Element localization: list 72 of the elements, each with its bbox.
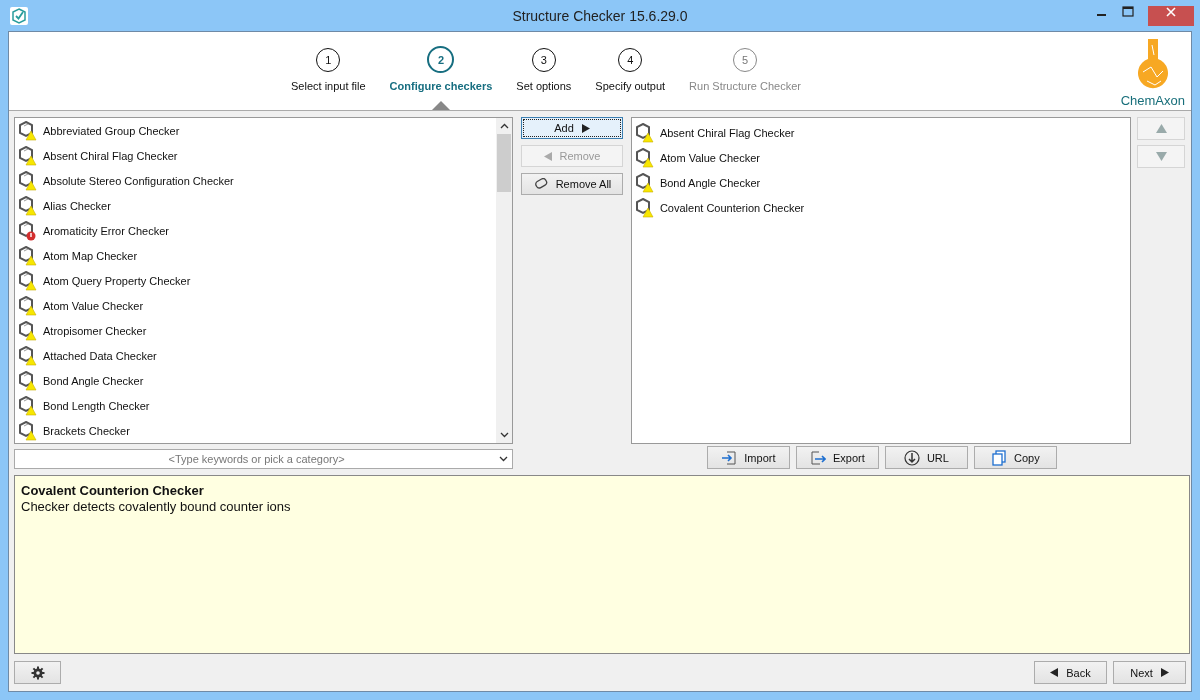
checker-item[interactable]: Bond Angle Checker	[15, 368, 497, 393]
dropdown-chevron-icon[interactable]	[499, 456, 509, 462]
eraser-icon	[532, 178, 549, 190]
checker-warning-icon	[19, 320, 37, 341]
checker-item[interactable]: Bond Angle Checker	[631, 170, 1130, 195]
checker-item[interactable]: Covalent Counterion Checker	[631, 195, 1130, 220]
checker-warning-icon	[19, 395, 37, 416]
wizard-step[interactable]: 3 Set options	[504, 48, 584, 110]
app-check-icon	[10, 6, 28, 25]
checker-item[interactable]: Brackets Checker	[15, 418, 497, 443]
checker-item[interactable]: Atom Query Property Checker	[15, 268, 497, 293]
checker-warning-icon	[635, 147, 654, 168]
checker-warning-icon	[19, 295, 37, 316]
left-triangle-icon	[543, 151, 553, 161]
checker-warning-icon	[19, 195, 37, 216]
close-button[interactable]	[1148, 5, 1194, 26]
checker-warning-icon	[19, 120, 37, 141]
wizard-step[interactable]: 1 Select input file	[279, 48, 378, 110]
checker-item[interactable]: Absent Chiral Flag Checker	[15, 143, 497, 168]
next-button[interactable]: Next	[1113, 661, 1186, 684]
scrollbar-thumb[interactable]	[497, 134, 512, 192]
checker-item[interactable]: Aromaticity Error Checker	[15, 218, 497, 243]
export-icon	[810, 450, 826, 465]
export-button[interactable]: Export	[795, 446, 879, 469]
keyword-search-field[interactable]: <Type keywords or pick a category>	[14, 449, 514, 469]
checker-item[interactable]: Atropisomer Checker	[15, 318, 497, 343]
settings-icon	[30, 665, 45, 680]
checker-warning-icon	[19, 270, 37, 291]
checker-warning-icon	[635, 172, 654, 193]
scroll-up-icon[interactable]	[499, 123, 509, 129]
wizard-step[interactable]: 4 Specify output	[583, 48, 678, 110]
import-button[interactable]: Import	[706, 446, 790, 469]
scroll-down-icon[interactable]	[499, 432, 509, 438]
right-triangle-icon	[1159, 668, 1169, 677]
down-triangle-icon	[1155, 152, 1167, 161]
checker-item[interactable]: Atom Value Checker	[631, 145, 1130, 170]
checker-item[interactable]: Bond Length Checker	[15, 393, 497, 418]
brand-name: ChemAxon	[1120, 93, 1185, 108]
checker-warning-icon	[19, 245, 37, 266]
checker-item[interactable]: Abbreviated Group Checker	[15, 118, 497, 143]
checker-item[interactable]: Alias Checker	[15, 193, 497, 218]
add-button[interactable]: Add	[521, 117, 623, 139]
checker-item[interactable]: Atom Value Checker	[15, 293, 497, 318]
checker-warning-icon	[19, 345, 37, 366]
close-icon	[1166, 6, 1176, 17]
up-triangle-icon	[1155, 124, 1167, 133]
checker-item[interactable]: Absolute Stereo Configuration Checker	[15, 168, 497, 193]
import-icon	[721, 450, 738, 465]
checker-error-icon	[19, 220, 37, 241]
back-button[interactable]: Back	[1034, 661, 1107, 684]
checker-warning-icon	[19, 170, 37, 191]
window-title: Structure Checker 15.6.29.0	[512, 7, 688, 24]
copy-icon	[991, 449, 1008, 466]
scrollbar[interactable]	[496, 118, 513, 443]
left-triangle-icon	[1050, 668, 1060, 677]
settings-button[interactable]	[14, 661, 61, 684]
maximize-icon[interactable]	[1122, 5, 1134, 18]
download-circle-icon	[903, 449, 920, 466]
remove-all-button[interactable]: Remove All	[521, 173, 623, 195]
description-text: Checker detects covalently bound counter ions	[21, 499, 292, 514]
checker-item[interactable]: Absent Chiral Flag Checker	[631, 120, 1130, 145]
checker-item[interactable]: Atom Map Checker	[15, 243, 497, 268]
copy-button[interactable]: Copy	[973, 446, 1057, 469]
right-triangle-icon	[580, 123, 590, 133]
description-title: Covalent Counterion Checker	[21, 483, 205, 498]
url-button[interactable]: URL	[884, 446, 968, 469]
checker-warning-icon	[635, 197, 654, 218]
checker-warning-icon	[19, 370, 37, 391]
checker-warning-icon	[19, 145, 37, 166]
checker-item[interactable]: Attached Data Checker	[15, 343, 497, 368]
checker-warning-icon	[635, 122, 654, 143]
checker-warning-icon	[19, 420, 37, 441]
